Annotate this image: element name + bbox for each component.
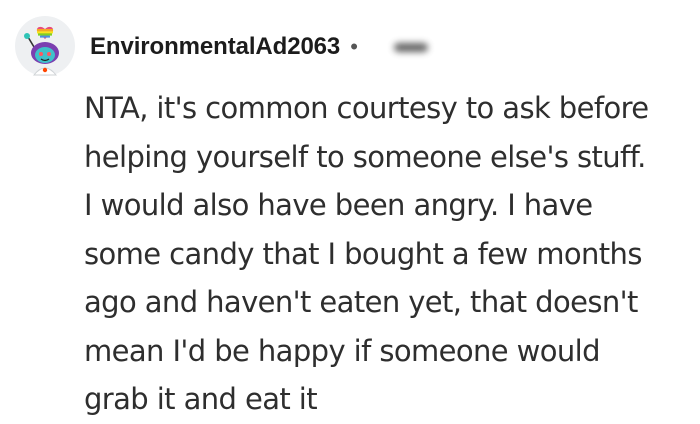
comment: EnvironmentalAd2063 • NTA, it's common c… <box>0 0 700 422</box>
comment-body-line: mean I'd be happy if someone would <box>84 333 601 368</box>
comment-body: NTA, it's common courtesy to ask before … <box>84 84 694 424</box>
comment-body-line: grab it and eat it <box>84 382 318 416</box>
comment-body-line: helping yourself to someone else's stuff… <box>84 139 646 174</box>
user-avatar[interactable] <box>14 15 76 77</box>
comment-body-line: NTA, it's common courtesy to ask before <box>84 91 649 125</box>
snoo-avatar-icon <box>15 16 75 76</box>
comment-meta: EnvironmentalAd2063 • <box>90 27 428 67</box>
separator-dot: • <box>350 34 358 59</box>
blurred-timestamp <box>393 42 428 52</box>
comment-body-line: some candy that I bought a few months <box>84 236 642 271</box>
comment-body-line: I would also have been angry. I have <box>84 188 593 222</box>
comment-body-line: ago and haven't eaten yet, that doesn't <box>84 285 638 319</box>
username-link[interactable]: EnvironmentalAd2063 <box>90 33 340 61</box>
